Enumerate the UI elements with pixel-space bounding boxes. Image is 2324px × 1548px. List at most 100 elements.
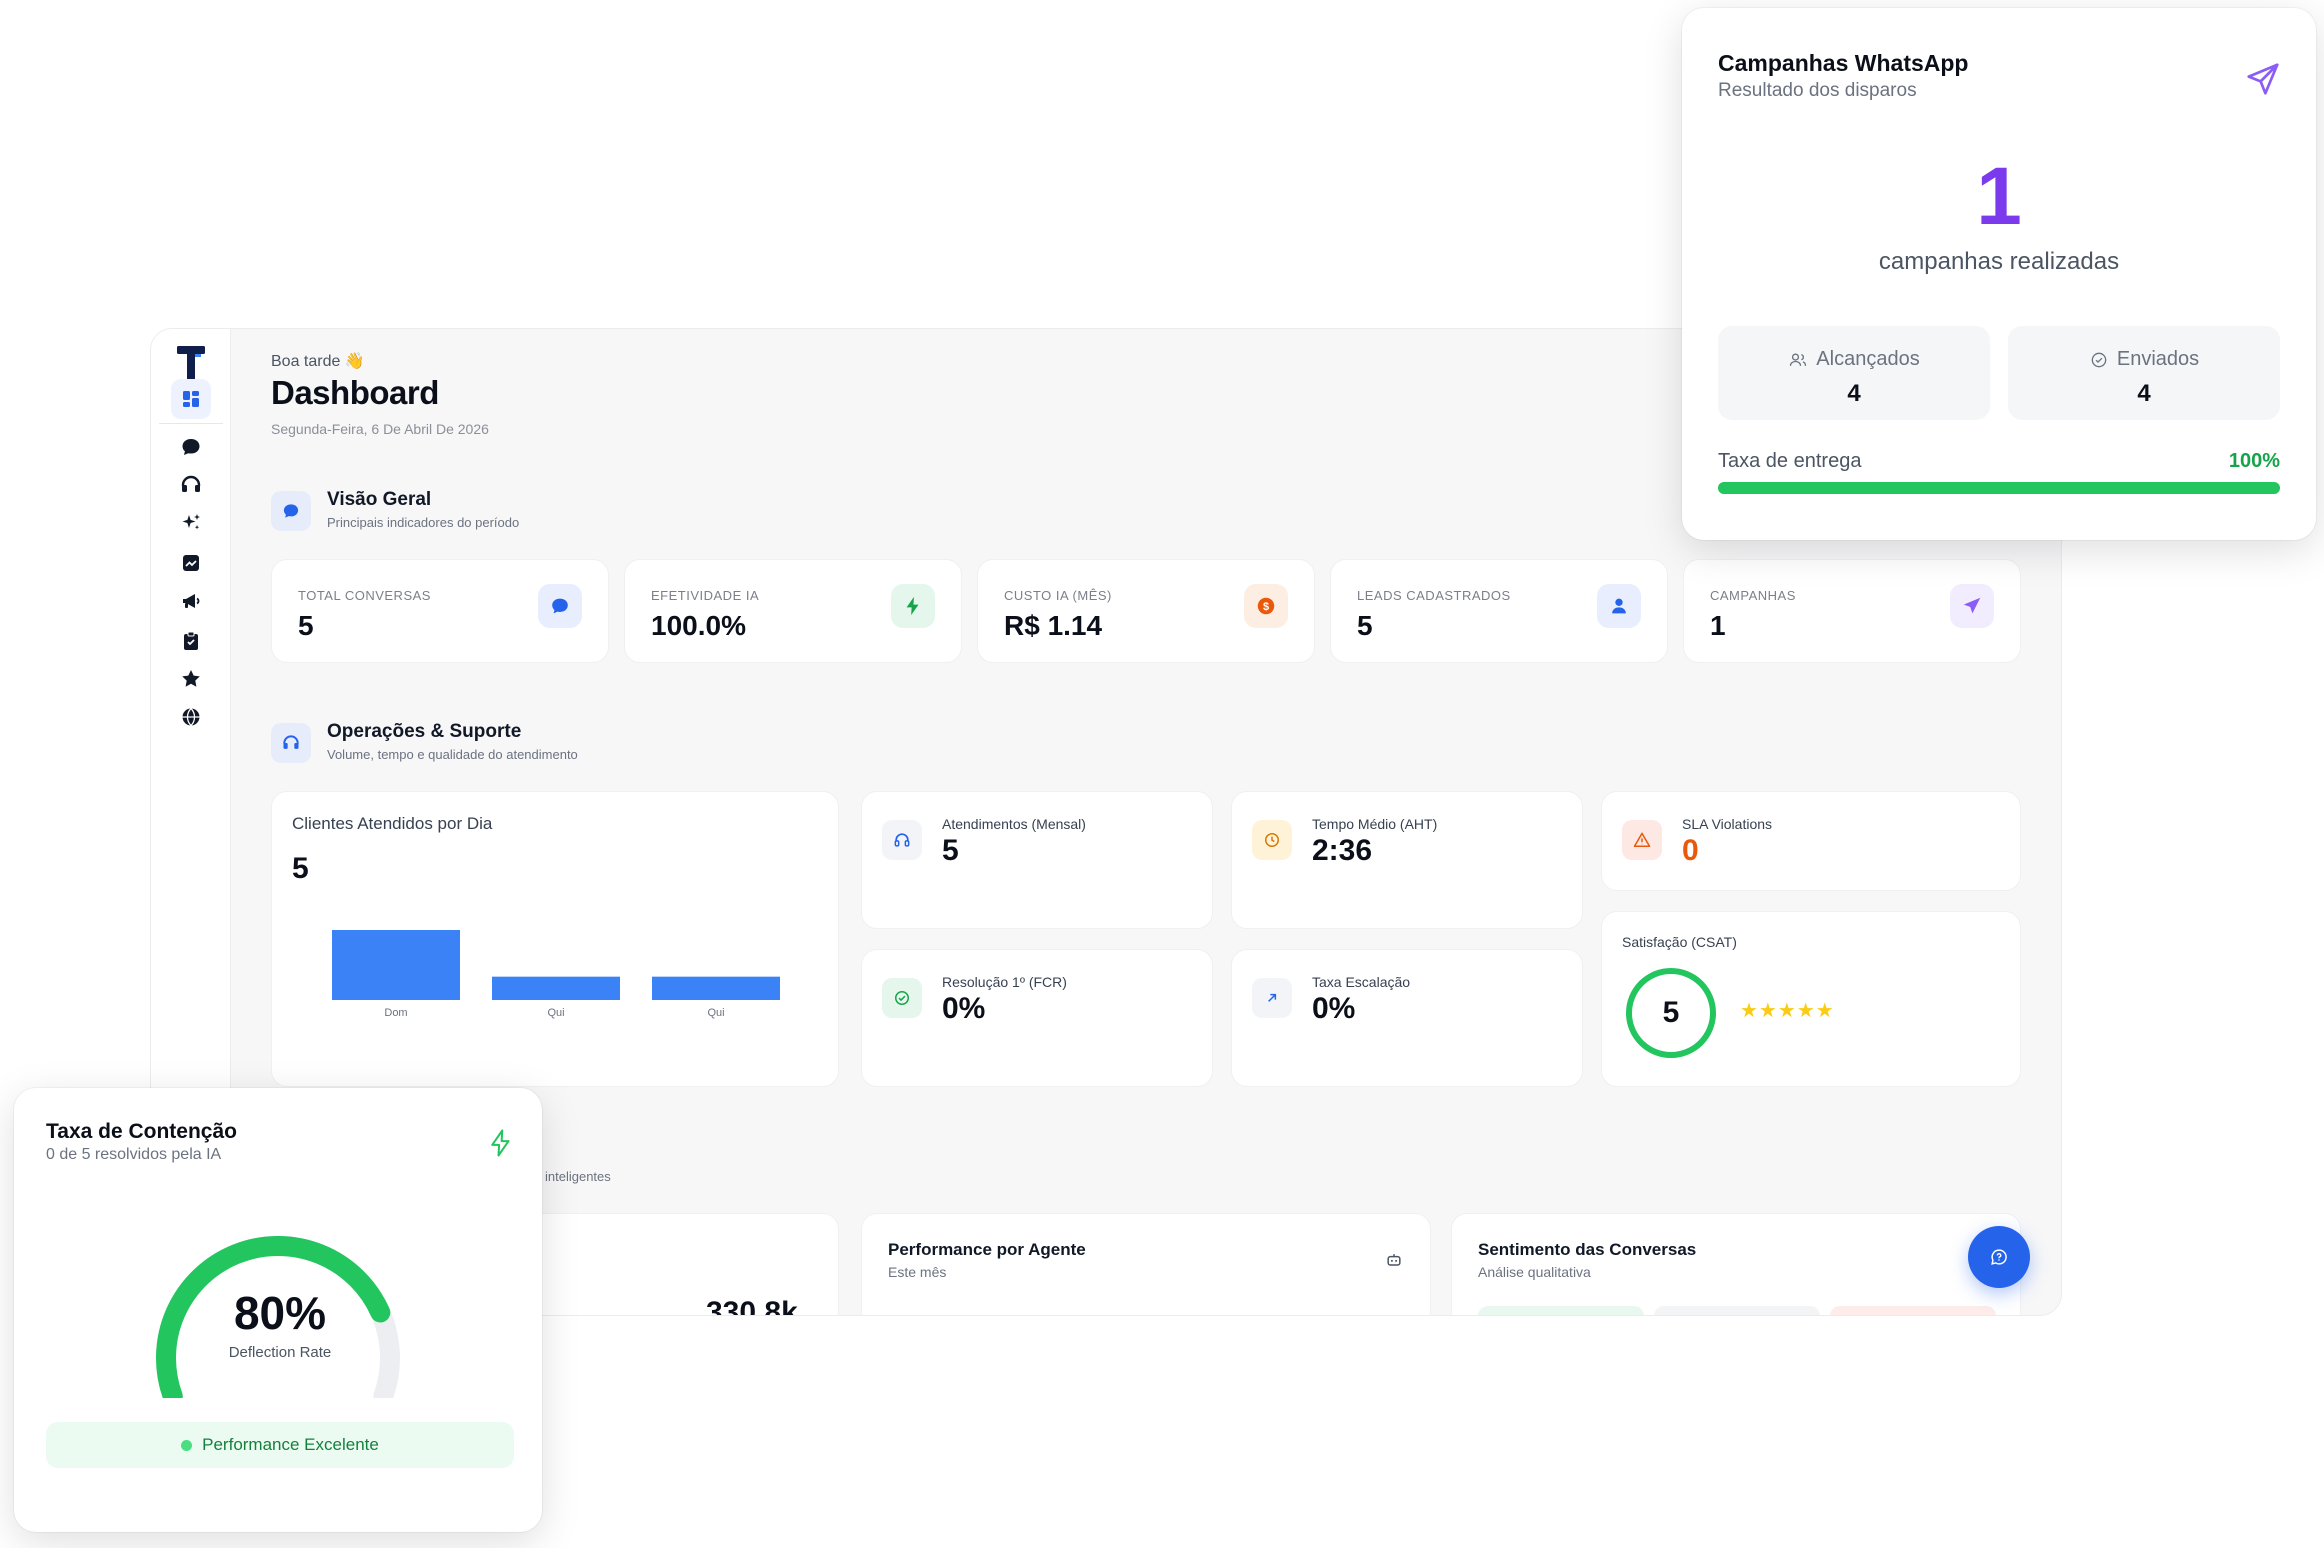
kpi-icon-box <box>1950 584 1994 628</box>
mini-icon-box <box>1252 978 1292 1018</box>
sentiment-negative-tile <box>1830 1306 1996 1315</box>
users-icon <box>1790 353 1807 366</box>
sent-label: Enviados <box>2116 348 2200 370</box>
metric-card-sla: SLA Violations 0 <box>1601 791 2021 891</box>
page-title: Dashboard <box>271 374 439 411</box>
whatsapp-campaigns-popover: Campanhas WhatsApp Resultado dos disparo… <box>1682 8 2316 540</box>
agent-performance-card: Performance por Agente Este mês <box>861 1213 1431 1315</box>
overview-title: Visão Geral <box>327 489 432 510</box>
clock-icon <box>1265 833 1279 847</box>
user-icon <box>1612 598 1626 614</box>
kpi-card-leads[interactable]: LEADS CADASTRADOS 5 <box>1330 559 1668 663</box>
clients-bar-chart: Dom Qui Qui <box>332 930 780 1019</box>
sidebar-item-conversations[interactable] <box>171 427 211 467</box>
robot-icon[interactable] <box>1384 1250 1404 1270</box>
whatsapp-subtitle: Resultado dos disparos <box>1718 80 1917 101</box>
bar-0[interactable] <box>332 930 460 1000</box>
help-bubble-icon <box>1991 1249 2007 1265</box>
logo-icon <box>177 346 205 380</box>
sidebar-item-campaigns[interactable] <box>171 581 211 621</box>
mini-icon-box <box>882 978 922 1018</box>
kpi-value: R$ 1.14 <box>1004 610 1103 641</box>
kpi-icon-box <box>1597 584 1641 628</box>
chart-icon <box>183 555 199 571</box>
kpi-card-custo-ia[interactable]: CUSTO IA (MÊS) R$ 1.14 $ <box>977 559 1315 663</box>
coin-icon: $ <box>1257 597 1275 615</box>
kpi-card-campanhas[interactable]: CAMPANHAS 1 <box>1683 559 2021 663</box>
sentiment-subtitle: Análise qualitativa <box>1478 1264 1591 1280</box>
ai-metric-value: 330.8k <box>706 1296 798 1316</box>
mini-icon-box <box>1252 820 1292 860</box>
bar-2[interactable] <box>652 976 780 1000</box>
sentiment-card: Sentimento das Conversas Análise qualita… <box>1451 1213 2021 1315</box>
clients-card-value: 5 <box>292 852 309 885</box>
bar-1[interactable] <box>492 976 620 1000</box>
clients-card-title: Clientes Atendidos por Dia <box>292 814 493 833</box>
headset-icon <box>181 475 201 492</box>
metric-value: 2:36 <box>1312 834 1373 867</box>
status-dot <box>181 1439 193 1451</box>
reached-value: 4 <box>1847 380 1861 407</box>
csat-value: 5 <box>1662 996 1680 1029</box>
star-icon <box>182 670 200 687</box>
svg-text:$: $ <box>1263 601 1269 613</box>
kpi-label: EFETIVIDADE IA <box>651 588 760 603</box>
mini-icon-box <box>1622 820 1662 860</box>
campaign-count: 1 <box>1976 151 2022 242</box>
csat-ring: 5 <box>1626 968 1716 1058</box>
chat-bubble-icon <box>552 598 568 614</box>
warning-icon <box>1633 832 1651 847</box>
delivery-label: Taxa de entrega <box>1718 450 1862 472</box>
sidebar-item-favorites[interactable] <box>171 659 211 699</box>
delivery-value: 100% <box>2228 450 2280 472</box>
kpi-card-efetividade-ia[interactable]: EFETIVIDADE IA 100.0% <box>624 559 962 663</box>
kpi-icon-box: $ <box>1244 584 1288 628</box>
metric-card-csat: Satisfação (CSAT) 5 ★★★★★ <box>1601 911 2021 1087</box>
bar-label-1: Qui <box>547 1007 564 1019</box>
sidebar-item-support[interactable] <box>171 465 211 505</box>
sidebar-item-dashboard[interactable] <box>171 379 211 419</box>
containment-rate-popover: Taxa de Contenção 0 de 5 resolvidos pela… <box>14 1088 542 1532</box>
metric-label: Resolução 1º (FCR) <box>942 974 1067 990</box>
check-circle-icon <box>2091 352 2107 367</box>
metric-card-escalation: Taxa Escalação 0% <box>1231 949 1583 1087</box>
check-circle-icon <box>895 991 909 1005</box>
kpi-label: CUSTO IA (MÊS) <box>1004 588 1112 603</box>
ai-section-subtitle: inteligentes <box>545 1169 611 1184</box>
chat-bubble-icon <box>182 439 200 455</box>
send-icon[interactable] <box>2244 60 2282 98</box>
sidebar-divider <box>159 423 223 424</box>
sent-value: 4 <box>2137 380 2151 407</box>
metric-label: Atendimentos (Mensal) <box>942 816 1086 832</box>
metric-card-monthly: Atendimentos (Mensal) 5 <box>861 791 1213 929</box>
help-chat-button[interactable] <box>1968 1226 2030 1288</box>
kpi-value: 5 <box>1357 610 1373 641</box>
sidebar-item-web[interactable] <box>171 697 211 737</box>
metric-label: Taxa Escalação <box>1312 974 1411 990</box>
megaphone-icon <box>183 594 200 608</box>
sentiment-title: Sentimento das Conversas <box>1478 1240 1697 1259</box>
operations-title: Operações & Suporte <box>327 721 522 742</box>
send-icon <box>1963 597 1981 614</box>
sidebar-item-tasks[interactable] <box>171 621 211 661</box>
badge-text: Performance Excelente <box>202 1435 379 1454</box>
whatsapp-title: Campanhas WhatsApp <box>1718 50 1969 76</box>
mini-icon-box <box>882 820 922 860</box>
kpi-card-total-conversas[interactable]: TOTAL CONVERSAS 5 <box>271 559 609 663</box>
bar-label-0: Dom <box>384 1007 407 1019</box>
operations-subtitle: Volume, tempo e qualidade do atendimento <box>327 747 578 762</box>
bolt-icon[interactable] <box>486 1128 516 1158</box>
metric-value: 0% <box>1312 992 1356 1025</box>
kpi-label: LEADS CADASTRADOS <box>1357 588 1511 603</box>
agent-perf-subtitle: Este mês <box>888 1264 947 1280</box>
kpi-icon-box <box>538 584 582 628</box>
campaign-count-label: campanhas realizadas <box>1878 248 2120 275</box>
overview-section-icon <box>271 491 311 531</box>
headset-icon <box>894 833 910 847</box>
sent-label-row: Enviados <box>2008 348 2280 371</box>
sparkles-icon <box>182 514 200 530</box>
globe-icon <box>182 708 200 726</box>
sidebar-item-ai[interactable] <box>171 503 211 543</box>
sidebar-item-reports[interactable] <box>171 543 211 583</box>
logo[interactable] <box>171 343 211 383</box>
